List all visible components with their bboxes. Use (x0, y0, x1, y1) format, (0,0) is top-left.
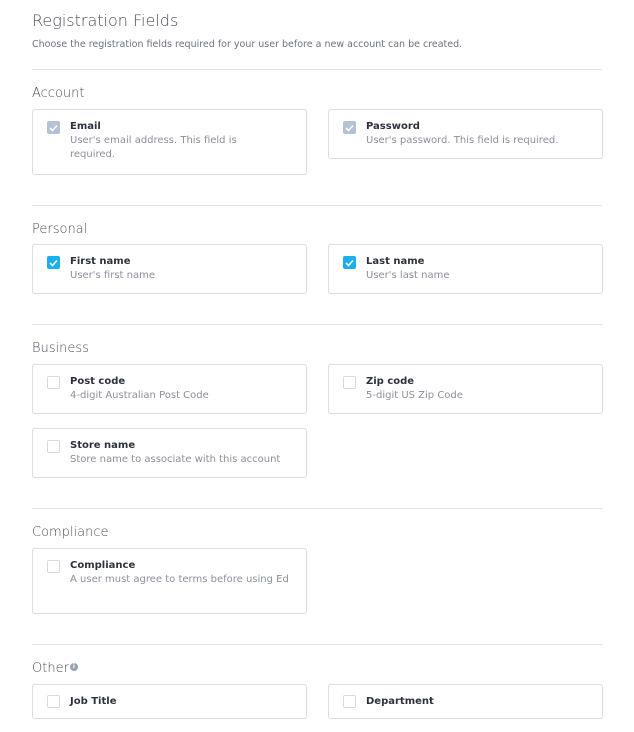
check-icon (49, 124, 58, 132)
field-label: Job Title (70, 696, 117, 707)
email-checkbox[interactable] (47, 121, 60, 134)
last-name-checkbox[interactable] (343, 256, 356, 269)
personal-fields: First name User's first name Last name U… (32, 244, 603, 294)
field-description: 4-digit Australian Post Code (70, 390, 209, 401)
section-title-other: Other i (32, 660, 602, 678)
business-fields: Post code 4-digit Australian Post Code Z… (32, 364, 603, 478)
field-card-last-name[interactable]: Last name User's last name (328, 244, 603, 294)
section-title-compliance: Compliance (32, 525, 109, 540)
department-checkbox[interactable] (343, 695, 356, 708)
field-description: User's first name (70, 270, 156, 281)
divider (32, 69, 602, 70)
field-description: User's last name (366, 270, 450, 281)
field-label: Department (366, 696, 434, 707)
field-card-first-name[interactable]: First name User's first name (32, 244, 307, 294)
store-name-checkbox[interactable] (47, 440, 60, 453)
field-label: Zip code (366, 376, 415, 387)
section-title-other-label: Other (32, 661, 69, 676)
check-icon (345, 124, 354, 132)
zip-code-checkbox[interactable] (343, 376, 356, 389)
field-description: Store name to associate with this accoun… (70, 454, 281, 465)
field-description: A user must agree to terms before using … (70, 574, 289, 585)
account-fields: Email User's email address. This field i… (32, 109, 603, 175)
check-icon (49, 259, 58, 267)
page-subtitle: Choose the registration fields required … (32, 39, 463, 50)
divider (32, 644, 602, 645)
field-description: 5-digit US Zip Code (366, 390, 463, 401)
field-card-compliance[interactable]: Compliance A user must agree to terms be… (32, 548, 307, 614)
field-label: Store name (70, 440, 136, 451)
field-card-post-code[interactable]: Post code 4-digit Australian Post Code (32, 364, 307, 414)
info-icon[interactable]: i (69, 663, 78, 671)
field-card-job-title[interactable]: Job Title (32, 684, 307, 719)
field-label: Compliance (70, 560, 136, 571)
password-checkbox[interactable] (343, 121, 356, 134)
field-card-password[interactable]: Password User's password. This field is … (328, 109, 603, 159)
field-label: Email (70, 121, 101, 132)
field-description: User's email address. This field is requ… (70, 135, 237, 160)
field-card-department[interactable]: Department (328, 684, 603, 719)
compliance-fields: Compliance A user must agree to terms be… (32, 548, 602, 614)
divider (32, 205, 602, 206)
field-label: Last name (366, 256, 425, 267)
section-title-account: Account (32, 86, 85, 101)
field-description: User's password. This field is required. (366, 135, 559, 146)
job-title-checkbox[interactable] (47, 695, 60, 708)
divider (32, 508, 602, 509)
field-label: Password (366, 121, 420, 132)
page-title: Registration Fields (32, 11, 179, 30)
divider (32, 324, 602, 325)
first-name-checkbox[interactable] (47, 256, 60, 269)
field-label: First name (70, 256, 131, 267)
check-icon (345, 259, 354, 267)
field-card-zip-code[interactable]: Zip code 5-digit US Zip Code (328, 364, 603, 414)
field-card-email[interactable]: Email User's email address. This field i… (32, 109, 307, 175)
post-code-checkbox[interactable] (47, 376, 60, 389)
field-label: Post code (70, 376, 126, 387)
registration-fields-page: Registration Fields Choose the registrat… (0, 0, 634, 719)
section-title-business: Business (32, 341, 89, 356)
field-card-store-name[interactable]: Store name Store name to associate with … (32, 428, 307, 478)
section-title-personal: Personal (32, 222, 88, 237)
other-fields: Job Title Department (32, 684, 603, 719)
compliance-checkbox[interactable] (47, 560, 60, 573)
